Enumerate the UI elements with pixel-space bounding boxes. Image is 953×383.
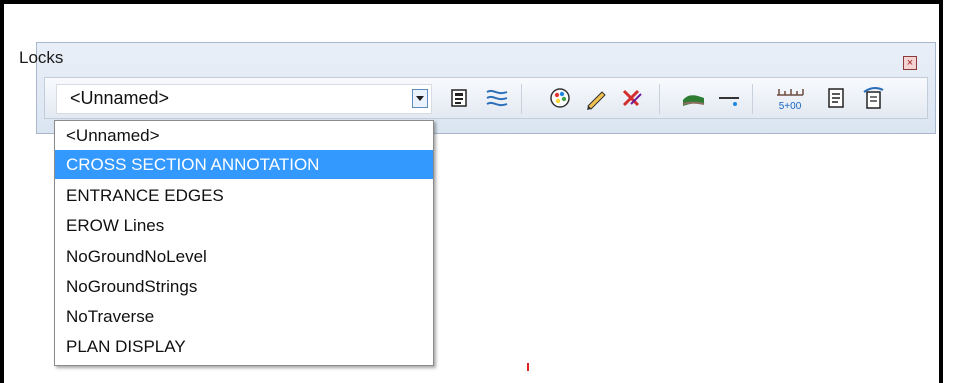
pencil-icon-glyph xyxy=(587,91,606,110)
station-label: 5+00 xyxy=(779,101,802,112)
terrain-icon-glyph xyxy=(682,95,705,106)
traverse-icon[interactable] xyxy=(483,84,511,112)
station-icon-glyph: 5+00 xyxy=(777,89,804,112)
pencil-icon[interactable] xyxy=(582,84,610,112)
delete-icon-glyph xyxy=(622,89,642,107)
list-item[interactable]: NoGroundStrings xyxy=(55,272,433,301)
list-item[interactable]: NoGroundNoLevel xyxy=(55,242,433,271)
list-item[interactable]: NoTraverse xyxy=(55,302,433,331)
terrain-icon[interactable] xyxy=(680,84,708,112)
traverse-icon-glyph xyxy=(486,89,508,107)
list-item-selected[interactable]: CROSS SECTION ANNOTATION xyxy=(55,150,433,179)
palette-icon[interactable] xyxy=(546,84,574,112)
panel-title: Locks xyxy=(19,48,64,67)
line-icon[interactable] xyxy=(715,84,743,112)
toolbar-separator xyxy=(521,84,522,114)
close-button[interactable]: × xyxy=(903,56,917,70)
list-item[interactable]: PLAN DISPLAY xyxy=(55,332,433,361)
report-icon-glyph xyxy=(828,88,844,108)
palette-icon-glyph xyxy=(550,88,570,108)
line-icon-glyph xyxy=(719,97,739,106)
profile-icon[interactable] xyxy=(859,84,887,112)
profile-icon-glyph xyxy=(863,86,884,109)
red-marker xyxy=(527,363,529,371)
station-icon[interactable]: 5+00 xyxy=(773,84,807,112)
chevron-down-icon[interactable] xyxy=(412,89,428,108)
combo-selected-value: <Unnamed> xyxy=(70,88,170,108)
list-item[interactable]: EROW Lines xyxy=(55,211,433,240)
report-icon[interactable] xyxy=(822,84,850,112)
list-item[interactable]: ENTRANCE EDGES xyxy=(55,181,433,210)
toolbar-separator xyxy=(659,84,660,114)
delete-icon[interactable] xyxy=(617,84,645,112)
list-item[interactable]: <Unnamed> xyxy=(55,121,433,150)
toolbar-separator xyxy=(752,84,753,114)
style-icon[interactable] xyxy=(446,84,474,112)
style-icon-glyph xyxy=(451,89,467,107)
